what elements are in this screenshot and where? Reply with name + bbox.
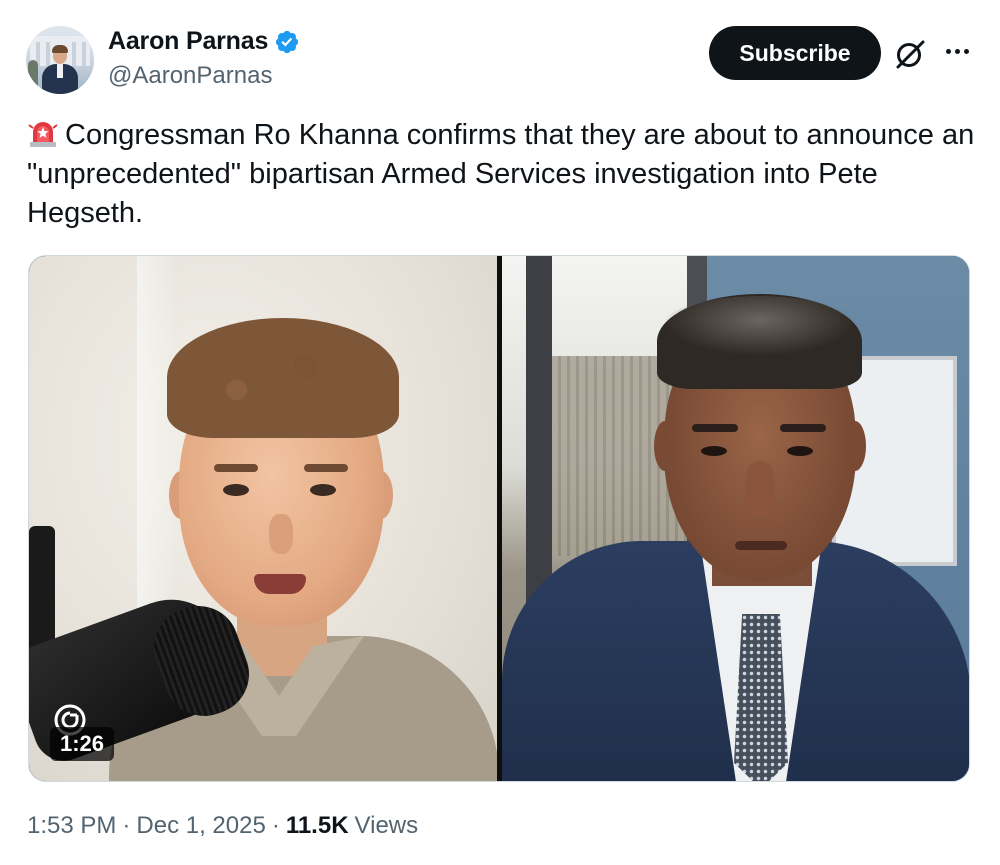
subscribe-button[interactable]: Subscribe bbox=[709, 26, 881, 80]
video-scene bbox=[254, 574, 306, 594]
video-scene bbox=[692, 424, 738, 432]
views-count[interactable]: 11.5K bbox=[286, 812, 349, 840]
more-icon[interactable] bbox=[940, 34, 974, 68]
video-scene bbox=[304, 464, 348, 472]
views-label[interactable]: Views bbox=[355, 812, 419, 840]
meta-separator: · bbox=[271, 812, 280, 839]
tweet-meta: 1:53 PM · Dec 1, 2025 · 11.5K Views bbox=[27, 812, 418, 840]
avatar-column bbox=[82, 42, 86, 66]
meta-separator: · bbox=[122, 812, 131, 839]
avatar-column bbox=[72, 42, 76, 66]
video-scene bbox=[734, 614, 788, 781]
video-duration-badge: 1:26 bbox=[50, 727, 115, 761]
video-scene bbox=[269, 514, 293, 554]
verified-badge-icon bbox=[276, 30, 299, 53]
author-display-name[interactable]: Aaron Parnas bbox=[108, 27, 268, 56]
video-scene bbox=[662, 296, 857, 356]
video-scene bbox=[214, 464, 258, 472]
grok-icon[interactable] bbox=[890, 34, 930, 74]
video-player[interactable]: 1:26 bbox=[28, 255, 970, 782]
video-scene bbox=[780, 424, 826, 432]
video-scene bbox=[223, 484, 249, 496]
avatar-column bbox=[46, 42, 50, 66]
rotating-light-emoji-icon bbox=[28, 122, 58, 147]
tweet-header: Aaron Parnas @AaronParnas Subscribe bbox=[0, 0, 1000, 110]
video-scene bbox=[701, 446, 727, 456]
tweet-date[interactable]: Dec 1, 2025 bbox=[136, 812, 265, 840]
video-scene bbox=[167, 318, 399, 438]
tweet-text: Congressman Ro Khanna confirms that they… bbox=[27, 119, 975, 229]
video-right-panel bbox=[502, 256, 969, 781]
video-scene bbox=[745, 461, 775, 517]
more-dot bbox=[954, 48, 960, 54]
video-scene bbox=[735, 541, 787, 550]
tweet-time[interactable]: 1:53 PM bbox=[27, 812, 116, 840]
avatar-figure bbox=[52, 45, 68, 53]
video-scene bbox=[310, 484, 336, 496]
more-dot bbox=[963, 48, 969, 54]
avatar-figure bbox=[28, 60, 38, 94]
author-name-row[interactable]: Aaron Parnas bbox=[108, 27, 300, 56]
tweet-text-block: Congressman Ro Khanna confirms that they… bbox=[27, 116, 977, 233]
more-dot bbox=[945, 48, 951, 54]
avatar-figure bbox=[57, 64, 63, 78]
author-handle[interactable]: @AaronParnas bbox=[108, 62, 272, 90]
video-scene bbox=[787, 446, 813, 456]
avatar[interactable] bbox=[26, 26, 94, 94]
video-left-panel bbox=[29, 256, 499, 781]
